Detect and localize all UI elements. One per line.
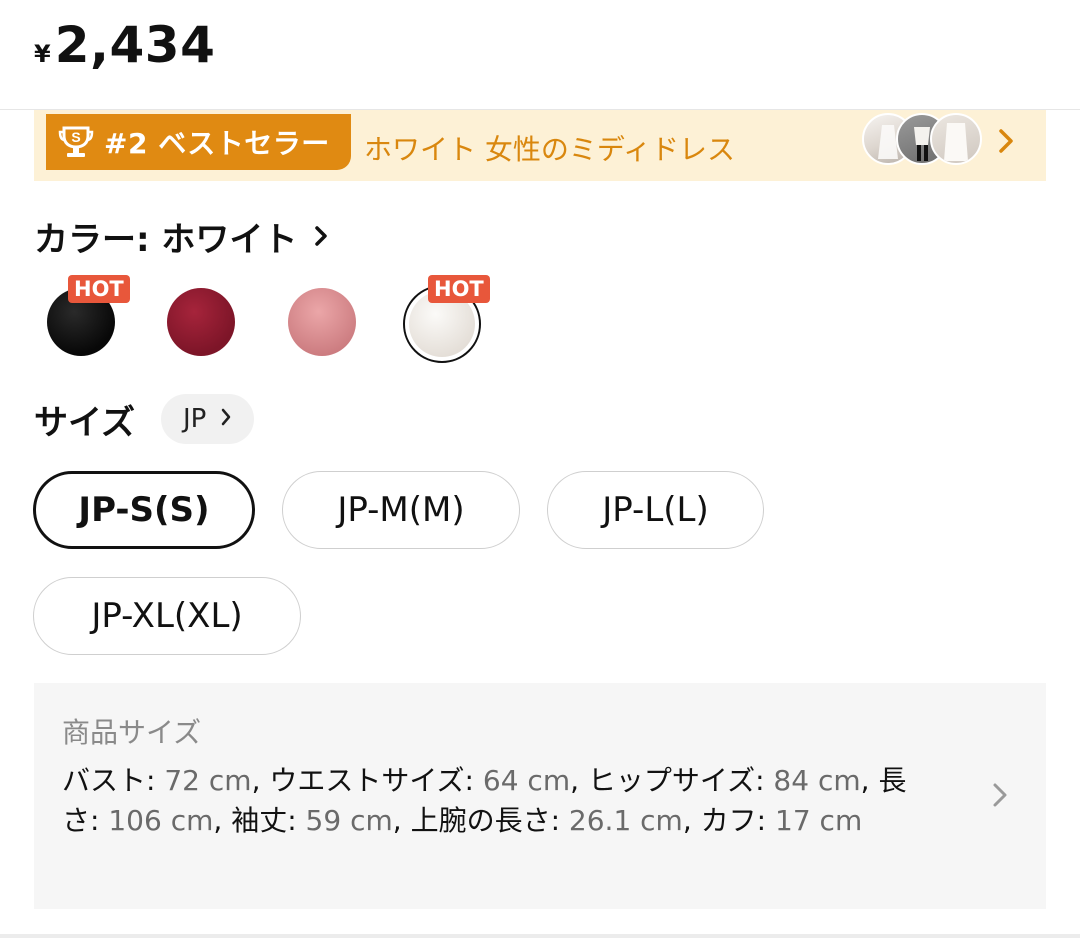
- color-swatch-burgundy[interactable]: [160, 285, 240, 365]
- bestseller-rank: #2 ベストセラー: [104, 127, 330, 160]
- bestseller-banner[interactable]: S #2 ベストセラー ホワイト 女性のミディドレス: [34, 110, 1046, 181]
- spec-key: バスト: [62, 764, 147, 797]
- hot-badge: HOT: [68, 275, 130, 303]
- price-header: ¥ 2,434: [0, 0, 1080, 110]
- size-selector-header: サイズ JP: [34, 394, 255, 444]
- color-label-text: カラー: ホワイト: [34, 220, 298, 260]
- spec-key: ヒップサイズ: [587, 764, 756, 797]
- trophy-icon: S: [56, 122, 96, 162]
- spec-value: 17 cm: [775, 804, 863, 837]
- spec-value: 72 cm: [164, 764, 252, 797]
- svg-text:S: S: [71, 129, 80, 145]
- currency-symbol: ¥: [34, 40, 51, 68]
- spec-value: 106 cm: [108, 804, 214, 837]
- size-option-l[interactable]: JP-L(L): [547, 471, 764, 549]
- hot-badge: HOT: [428, 275, 490, 303]
- price: ¥ 2,434: [34, 16, 215, 74]
- spec-value: 26.1 cm: [568, 804, 683, 837]
- size-region-pill[interactable]: JP: [160, 394, 255, 444]
- size-region-label: JP: [182, 404, 207, 434]
- color-swatch-black[interactable]: HOT: [40, 275, 130, 365]
- chevron-right-icon[interactable]: [994, 126, 1018, 156]
- product-thumbnail: [930, 113, 982, 165]
- spec-value: 64 cm: [482, 764, 571, 797]
- chevron-right-icon: [313, 217, 329, 257]
- bestseller-thumbnails: [862, 113, 982, 165]
- chevron-right-icon: [220, 404, 232, 434]
- color-swatch-pink[interactable]: [281, 285, 361, 365]
- spec-key: ウエストサイズ: [269, 764, 465, 797]
- spec-key: 袖丈: [231, 804, 288, 837]
- size-option-xl[interactable]: JP-XL(XL): [33, 577, 301, 655]
- bestseller-category: ホワイト 女性のミディドレス: [364, 133, 735, 166]
- size-label: サイズ: [34, 402, 135, 443]
- spec-value: 59 cm: [305, 804, 393, 837]
- spec-key: 上腕の長さ: [410, 804, 551, 837]
- swatch-image: [288, 288, 356, 356]
- size-option-s[interactable]: JP-S(S): [33, 471, 255, 549]
- swatch-image: [167, 288, 235, 356]
- price-amount: 2,434: [54, 16, 216, 74]
- spec-value: 84 cm: [773, 764, 861, 797]
- spec-key: カフ: [700, 804, 757, 837]
- color-selector-label[interactable]: カラー: ホワイト: [34, 212, 329, 261]
- section-divider: [0, 934, 1080, 938]
- bestseller-badge: S #2 ベストセラー: [46, 114, 351, 170]
- color-swatch-white[interactable]: HOT: [400, 275, 490, 365]
- size-option-m[interactable]: JP-M(M): [282, 471, 520, 549]
- product-size-title: 商品サイズ: [62, 716, 202, 749]
- chevron-right-icon: [990, 781, 1010, 809]
- product-size-panel[interactable]: 商品サイズ バスト: 72 cm, ウエストサイズ: 64 cm, ヒップサイズ…: [34, 683, 1046, 909]
- product-size-specs: バスト: 72 cm, ウエストサイズ: 64 cm, ヒップサイズ: 84 c…: [62, 764, 907, 837]
